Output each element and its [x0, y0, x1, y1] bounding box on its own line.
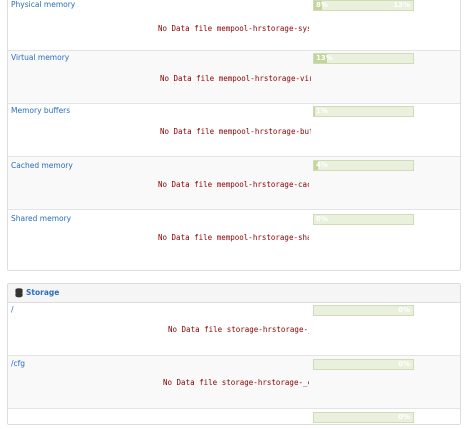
graph-error-text: No Data file mempool-hrstorage-cached [158, 180, 309, 189]
graph-error-text: No Data file storage-hrstorage-_cfg [163, 378, 309, 387]
storage-row: /cfg No Data file storage-hrstorage-_cfg… [8, 355, 460, 409]
memory-row: Virtual memory No Data file mempool-hrst… [8, 50, 460, 104]
memory-panel: Physical memory No Data file mempool-hrs… [7, 0, 461, 271]
usage-percent: 0% [398, 306, 410, 314]
virtual-memory-link[interactable]: Virtual memory [11, 53, 69, 62]
usage-percent: 0% [398, 413, 410, 421]
graph-error-text: No Data file mempool-hrstorage-buffers [160, 127, 311, 136]
usage-bar: 8% 13% [313, 0, 414, 11]
usage-bar-fill [314, 107, 315, 116]
memory-row: Cached memory No Data file mempool-hrsto… [8, 156, 460, 210]
physical-memory-link[interactable]: Physical memory [11, 0, 75, 9]
memory-row: Shared memory No Data file mempool-hrsto… [8, 209, 460, 265]
memory-row: Memory buffers No Data file mempool-hrst… [8, 103, 460, 157]
usage-bar: 1% [313, 106, 414, 117]
usage-percent: 13% [316, 54, 333, 62]
usage-percent: 8% [316, 1, 328, 9]
graph-error-text: No Data file mempool-hrstorage-shared [158, 233, 309, 242]
storage-cfg-link[interactable]: /cfg [11, 359, 25, 368]
usage-percent: 4% [316, 161, 328, 169]
storage-row: 0% [8, 408, 460, 429]
storage-heading: Storage [8, 284, 460, 303]
storage-title-link[interactable]: Storage [26, 288, 59, 297]
usage-percent: 0% [398, 360, 410, 368]
usage-percent: 1% [316, 107, 328, 115]
graph-error-text: No Data file mempool-hrstorage-system [158, 24, 309, 33]
memory-buffers-link[interactable]: Memory buffers [11, 106, 70, 115]
memory-row: Physical memory No Data file mempool-hrs… [8, 0, 460, 50]
graph-error-text: No Data file mempool-hrstorage-virtual [160, 74, 311, 83]
usage-percent-right: 13% [393, 1, 410, 9]
shared-memory-link[interactable]: Shared memory [11, 214, 71, 223]
graph-error-text: No Data file storage-hrstorage-_ [168, 325, 309, 334]
usage-percent: 0% [316, 215, 328, 223]
storage-panel: Storage / No Data file storage-hrstorage… [7, 283, 461, 425]
usage-bar: 0% [313, 214, 414, 225]
usage-bar: 4% [313, 160, 414, 171]
storage-root-link[interactable]: / [11, 305, 14, 314]
cached-memory-link[interactable]: Cached memory [11, 161, 73, 170]
usage-bar: 0% [313, 359, 414, 370]
database-icon [15, 288, 23, 298]
storage-row: / No Data file storage-hrstorage-_ 0% [8, 303, 460, 355]
usage-bar: 0% [313, 412, 414, 423]
usage-bar: 0% [313, 305, 414, 316]
usage-bar: 13% [313, 53, 414, 64]
